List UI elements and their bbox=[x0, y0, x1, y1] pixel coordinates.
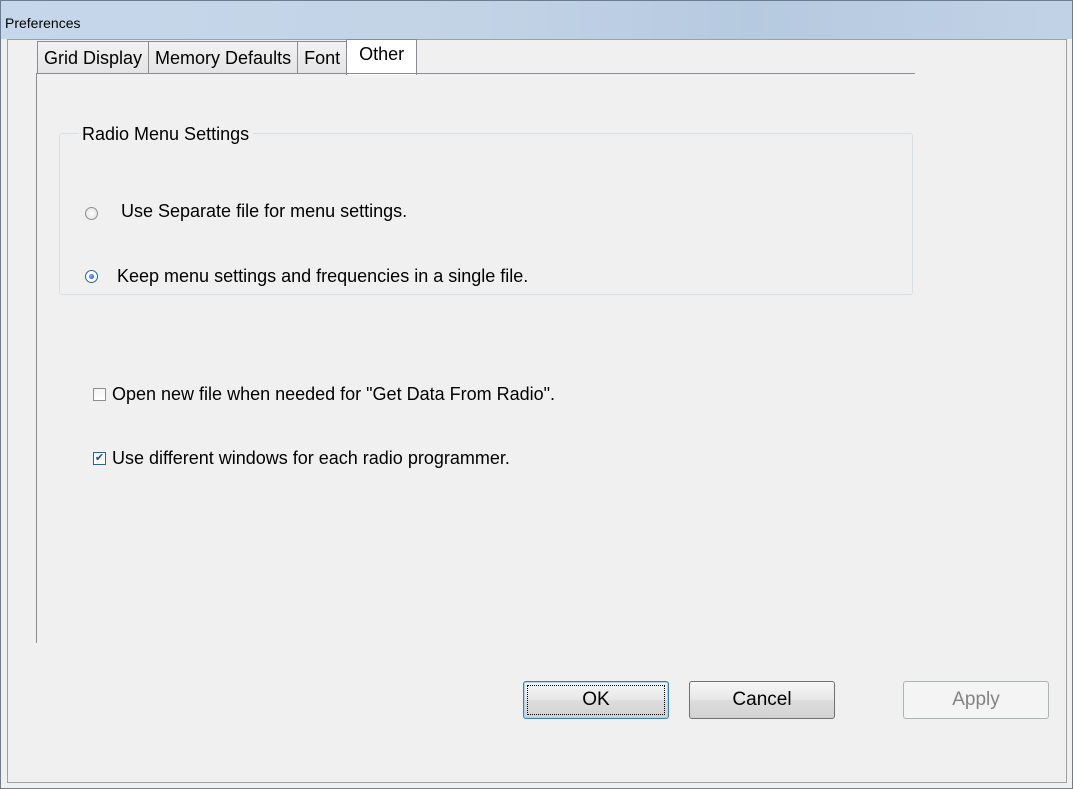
apply-button[interactable]: Apply bbox=[903, 681, 1049, 719]
focus-rectangle bbox=[527, 685, 665, 715]
radio-label-single-file: Keep menu settings and frequencies in a … bbox=[117, 266, 529, 286]
tab-font[interactable]: Font bbox=[297, 41, 348, 74]
checkbox-different-windows[interactable]: ✔ bbox=[93, 452, 106, 465]
tab-page-top-border bbox=[37, 73, 915, 74]
cancel-button[interactable]: Cancel bbox=[689, 681, 835, 719]
tab-page-left-border bbox=[36, 73, 37, 643]
radio-option-single-file[interactable]: Keep menu settings and frequencies in a … bbox=[85, 266, 528, 287]
preferences-window: Preferences Grid Display Memory Defaults… bbox=[0, 0, 1073, 789]
tab-grid-display[interactable]: Grid Display bbox=[37, 41, 149, 74]
checkbox-label-open-new-file: Open new file when needed for "Get Data … bbox=[112, 384, 556, 404]
checkmark-icon: ✔ bbox=[94, 452, 105, 464]
title-bar[interactable]: Preferences bbox=[1, 1, 1072, 39]
checkbox-label-different-windows: Use different windows for each radio pro… bbox=[112, 448, 510, 468]
group-legend: Radio Menu Settings bbox=[79, 124, 254, 145]
radio-option-separate-file[interactable]: Use Separate file for menu settings. bbox=[85, 201, 407, 222]
tab-memory-defaults[interactable]: Memory Defaults bbox=[148, 41, 298, 74]
radio-button-separate-file[interactable] bbox=[85, 207, 98, 220]
window-title: Preferences bbox=[5, 15, 81, 31]
checkbox-option-open-new-file[interactable]: Open new file when needed for "Get Data … bbox=[93, 384, 555, 405]
cancel-button-label: Cancel bbox=[732, 689, 792, 710]
checkbox-open-new-file[interactable] bbox=[93, 388, 106, 401]
apply-button-label: Apply bbox=[952, 689, 1000, 710]
ok-button[interactable]: OK bbox=[523, 681, 669, 719]
checkbox-option-different-windows[interactable]: ✔ Use different windows for each radio p… bbox=[93, 448, 510, 469]
tab-other[interactable]: Other bbox=[346, 39, 418, 75]
tab-strip: Grid Display Memory Defaults Font Other bbox=[37, 39, 418, 75]
radio-button-single-file[interactable] bbox=[85, 270, 98, 283]
radio-label-separate-file: Use Separate file for menu settings. bbox=[121, 201, 408, 221]
